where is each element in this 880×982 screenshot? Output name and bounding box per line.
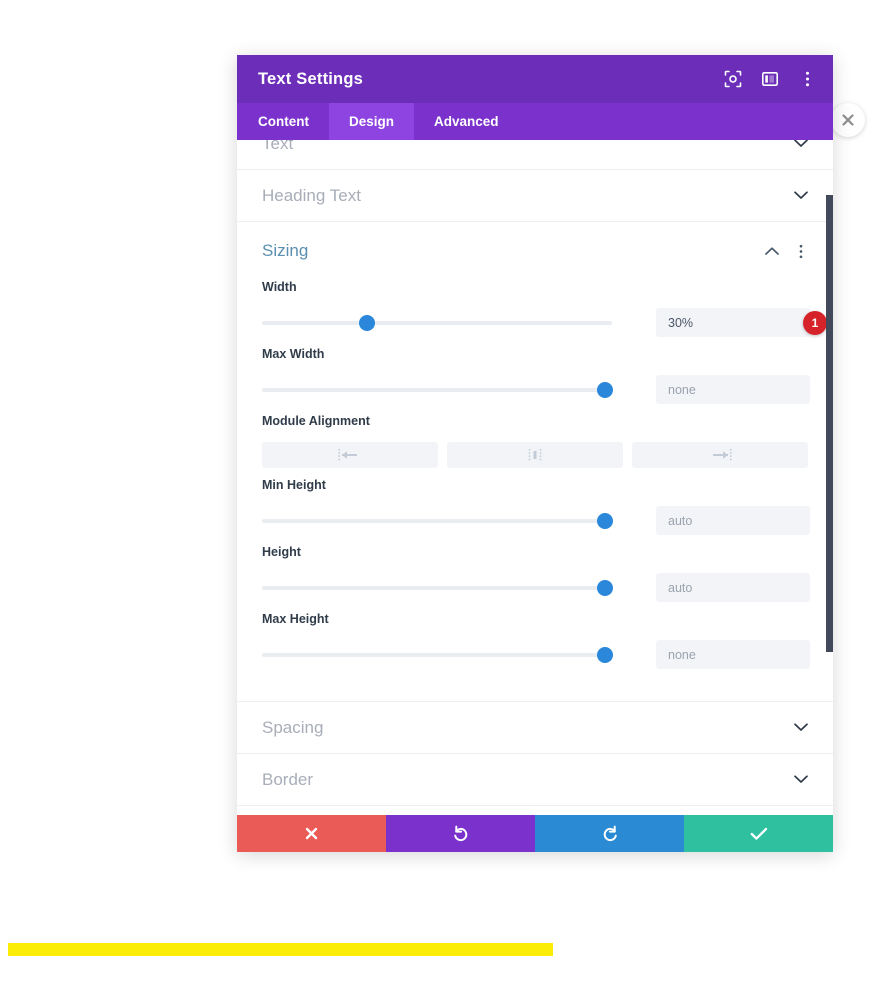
tab-content[interactable]: Content	[237, 103, 329, 140]
scrollbar-track[interactable]	[825, 140, 833, 815]
status-badge: 1	[803, 310, 827, 335]
section-border[interactable]: Border	[237, 754, 833, 806]
section-sizing-label: Sizing	[262, 241, 309, 260]
chevron-down-icon	[793, 140, 809, 152]
section-border-label: Border	[262, 769, 314, 789]
section-sizing-header[interactable]: Sizing	[237, 222, 833, 280]
field-height-label: Height	[262, 545, 301, 559]
tab-design[interactable]: Design	[329, 103, 415, 140]
chevron-down-icon	[793, 772, 809, 788]
focus-icon	[724, 70, 742, 88]
field-min-height: Min Height auto	[237, 478, 833, 535]
max-width-slider[interactable]	[262, 380, 613, 400]
close-x-icon	[305, 827, 318, 840]
field-max-width: Max Width none	[237, 347, 833, 404]
width-input[interactable]: 30% 1	[656, 308, 827, 337]
section-text[interactable]: Text	[237, 140, 833, 170]
field-max-height: Max Height none	[237, 612, 833, 669]
section-sizing: Sizing Width 30% 1 Max Width none Module…	[237, 222, 833, 702]
more-vertical-icon	[805, 71, 809, 87]
close-x-icon	[842, 114, 854, 126]
section-sizing-icons	[764, 243, 809, 259]
panel-footer	[237, 815, 833, 852]
min-height-slider[interactable]	[262, 511, 613, 531]
max-height-input[interactable]: none	[656, 640, 810, 669]
max-width-input-value: none	[668, 382, 696, 397]
header-icon-group	[723, 69, 817, 89]
field-height: Height auto	[237, 545, 833, 602]
max-width-slider-handle[interactable]	[597, 381, 613, 398]
max-height-slider-handle[interactable]	[597, 646, 613, 663]
height-slider-track	[262, 585, 612, 590]
section-heading-text-label: Heading Text	[262, 185, 361, 205]
scrollbar-thumb[interactable]	[826, 195, 833, 652]
more-vertical-icon-button[interactable]	[797, 69, 817, 89]
max-height-input-value: none	[668, 647, 696, 662]
section-spacing-label: Spacing	[262, 717, 324, 737]
chevron-up-icon[interactable]	[764, 243, 780, 259]
redo-button[interactable]	[535, 815, 684, 852]
chevron-down-icon	[793, 188, 809, 204]
tab-bar: Content Design Advanced	[237, 103, 833, 140]
cancel-button[interactable]	[237, 815, 386, 852]
field-max-width-label: Max Width	[262, 347, 325, 361]
height-input-value: auto	[668, 580, 693, 595]
field-max-height-label: Max Height	[262, 612, 329, 626]
width-slider-track	[262, 320, 612, 325]
field-module-alignment-label: Module Alignment	[262, 414, 370, 428]
save-button[interactable]	[684, 815, 833, 852]
width-slider[interactable]	[262, 313, 612, 333]
text-settings-panel: Text Settings Content Design Advanced Te…	[237, 55, 833, 852]
height-slider-handle[interactable]	[597, 579, 613, 596]
panel-scroll-area: Text Heading Text Sizing Width 30% 1 Max…	[237, 140, 833, 815]
scroll-content: Text Heading Text Sizing Width 30% 1 Max…	[237, 140, 833, 806]
section-heading-text[interactable]: Heading Text	[237, 170, 833, 222]
field-width: Width 30% 1	[237, 280, 833, 337]
height-slider[interactable]	[262, 578, 613, 598]
height-input[interactable]: auto	[656, 573, 810, 602]
width-input-value: 30%	[668, 315, 694, 330]
module-alignment-group	[262, 442, 808, 468]
min-height-slider-handle[interactable]	[597, 512, 613, 529]
chevron-down-icon	[793, 720, 809, 736]
max-width-input[interactable]: none	[656, 375, 810, 404]
min-height-slider-track	[262, 518, 612, 523]
highlight-bar	[8, 943, 553, 956]
tab-advanced[interactable]: Advanced	[414, 103, 519, 140]
more-vertical-icon[interactable]	[793, 243, 809, 259]
screen-root: Text Settings Content Design Advanced Te…	[0, 0, 880, 982]
field-width-label: Width	[262, 280, 297, 294]
min-height-input[interactable]: auto	[656, 506, 810, 535]
checkmark-icon	[750, 827, 767, 840]
align-left-icon	[338, 449, 357, 461]
redo-arrow-icon	[603, 825, 617, 841]
max-height-slider-track	[262, 652, 612, 657]
undo-arrow-icon	[453, 825, 467, 841]
align-right-button[interactable]	[632, 442, 808, 468]
field-min-height-label: Min Height	[262, 478, 326, 492]
section-spacing[interactable]: Spacing	[237, 702, 833, 754]
align-left-button[interactable]	[262, 442, 438, 468]
align-right-icon	[713, 449, 732, 461]
field-module-alignment: Module Alignment	[237, 414, 833, 468]
layout-panel-icon-button[interactable]	[760, 69, 780, 89]
max-width-slider-track	[262, 387, 612, 392]
focus-icon-button[interactable]	[723, 69, 743, 89]
align-center-icon	[528, 449, 542, 461]
section-text-label: Text	[262, 140, 294, 153]
min-height-input-value: auto	[668, 513, 693, 528]
panel-header: Text Settings	[237, 55, 833, 103]
close-panel-button[interactable]	[831, 103, 865, 137]
align-center-button[interactable]	[447, 442, 623, 468]
page-title: Text Settings	[258, 69, 363, 88]
width-slider-handle[interactable]	[359, 314, 375, 331]
undo-button[interactable]	[386, 815, 535, 852]
layout-panel-icon	[761, 71, 778, 86]
max-height-slider[interactable]	[262, 645, 613, 665]
